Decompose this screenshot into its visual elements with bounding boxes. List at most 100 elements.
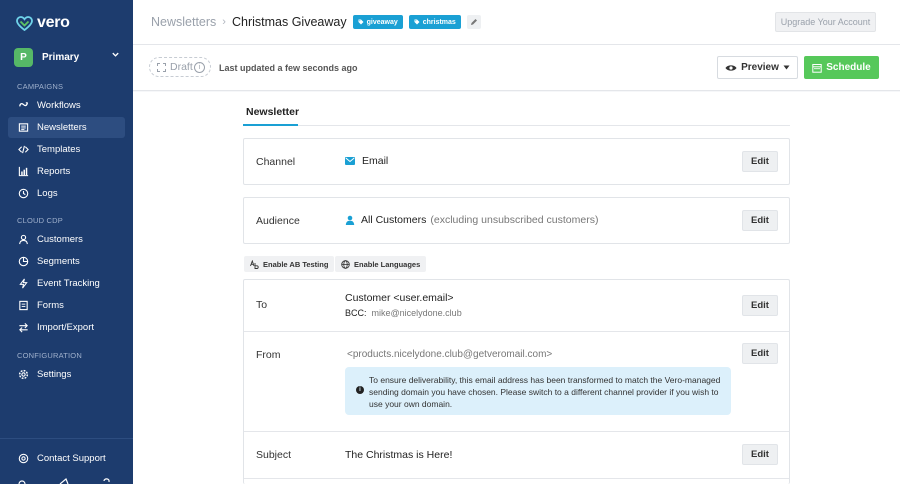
sidebar-item-forms[interactable]: Forms bbox=[8, 295, 125, 316]
sidebar-item-segments[interactable]: Segments bbox=[8, 251, 125, 272]
audience-label: Audience bbox=[256, 215, 300, 227]
bcc-row: BCC: mike@nicelydone.club bbox=[345, 308, 462, 318]
contact-support-link[interactable]: Contact Support bbox=[8, 447, 125, 469]
sidebar-item-reports[interactable]: Reports bbox=[8, 161, 125, 182]
tag-giveaway[interactable]: giveaway bbox=[352, 15, 403, 29]
tab-active-indicator bbox=[243, 124, 298, 126]
section-configuration: CONFIGURATION bbox=[17, 351, 82, 360]
eye-icon bbox=[725, 64, 737, 71]
sidebar-item-import-export[interactable]: Import/Export bbox=[8, 317, 125, 338]
sidebar-item-label: Logs bbox=[37, 188, 58, 199]
globe-icon bbox=[341, 259, 350, 269]
chart-icon bbox=[18, 166, 29, 177]
tab-divider bbox=[243, 125, 790, 126]
audience-note: (excluding unsubscribed customers) bbox=[430, 214, 599, 226]
sidebar-item-label: Templates bbox=[37, 144, 81, 155]
last-updated-text: Last updated a few seconds ago bbox=[219, 63, 358, 73]
sidebar-item-label: Workflows bbox=[37, 100, 81, 111]
info-icon: i bbox=[356, 386, 364, 394]
calendar-icon bbox=[812, 63, 822, 73]
subject-value: The Christmas is Here! bbox=[345, 449, 453, 461]
heart-logo-icon bbox=[16, 15, 33, 31]
page-title: Christmas Giveaway bbox=[231, 15, 347, 29]
status-badge[interactable]: Draft i bbox=[149, 57, 211, 77]
bolt-icon bbox=[19, 278, 28, 289]
to-value: Customer <user.email> bbox=[345, 292, 454, 304]
enable-languages-label: Enable Languages bbox=[354, 259, 421, 269]
bcc-value: mike@nicelydone.club bbox=[371, 308, 462, 318]
sidebar-footer-icons[interactable] bbox=[18, 476, 118, 484]
breadcrumb-parent-link[interactable]: Newsletters bbox=[151, 15, 216, 29]
pencil-icon bbox=[470, 19, 477, 25]
workspace-switcher[interactable]: P Primary bbox=[14, 47, 120, 67]
support-icon bbox=[18, 453, 29, 463]
preview-label: Preview bbox=[741, 62, 779, 73]
support-label: Contact Support bbox=[37, 452, 106, 464]
tab-newsletter[interactable]: Newsletter bbox=[246, 106, 299, 118]
enable-ab-testing-label: Enable AB Testing bbox=[263, 259, 329, 269]
code-icon bbox=[18, 145, 29, 154]
sidebar-item-label: Import/Export bbox=[37, 322, 95, 333]
sidebar-item-workflows[interactable]: Workflows bbox=[8, 95, 125, 116]
gear-icon bbox=[18, 369, 29, 380]
sidebar-item-event-tracking[interactable]: Event Tracking bbox=[8, 273, 125, 294]
row-divider bbox=[244, 331, 789, 332]
channel-card: Channel Email Edit bbox=[243, 138, 790, 185]
breadcrumb-separator: › bbox=[222, 16, 226, 28]
edit-channel-button[interactable]: Edit bbox=[742, 151, 778, 172]
vero-logo[interactable]: vero bbox=[16, 14, 70, 32]
sidebar-item-label: Settings bbox=[37, 369, 72, 380]
sidebar-item-settings[interactable]: Settings bbox=[8, 364, 125, 385]
caret-down-icon bbox=[783, 65, 790, 70]
notice-text: To ensure deliverability, this email add… bbox=[369, 375, 721, 409]
form-icon bbox=[19, 300, 28, 311]
enable-languages-button[interactable]: Enable Languages bbox=[335, 256, 427, 272]
tag-icon bbox=[358, 19, 364, 25]
deliverability-notice: i To ensure deliverability, this email a… bbox=[345, 367, 731, 415]
channel-value: Email bbox=[345, 155, 388, 167]
tag-label: christmas bbox=[422, 18, 456, 26]
from-label: From bbox=[256, 349, 281, 361]
channel-label: Channel bbox=[256, 156, 296, 168]
sidebar-item-label: Segments bbox=[37, 256, 80, 267]
channel-value-text: Email bbox=[362, 155, 389, 167]
tag-icon bbox=[414, 19, 420, 25]
from-value: <products.nicelydone.club@getveromail.co… bbox=[347, 349, 553, 360]
upgrade-account-button[interactable]: Upgrade Your Account bbox=[775, 12, 876, 32]
edit-from-button[interactable]: Edit bbox=[742, 343, 778, 364]
edit-audience-button[interactable]: Edit bbox=[742, 210, 778, 231]
section-cloud-cdp: CLOUD CDP bbox=[17, 216, 63, 225]
envelope-card: To Customer <user.email> BCC: mike@nicel… bbox=[243, 279, 790, 484]
edit-subject-button[interactable]: Edit bbox=[742, 444, 778, 465]
draft-icon bbox=[157, 62, 166, 72]
tag-christmas[interactable]: christmas bbox=[408, 15, 461, 29]
workspace-avatar: P bbox=[14, 47, 33, 67]
tag-label: giveaway bbox=[366, 18, 398, 26]
sidebar-item-logs[interactable]: Logs bbox=[8, 183, 125, 204]
edit-to-button[interactable]: Edit bbox=[742, 295, 778, 316]
sidebar-divider bbox=[0, 438, 133, 439]
logo-text: vero bbox=[37, 14, 70, 31]
campaign-toolbar: Draft i Last updated a few seconds ago P… bbox=[133, 45, 900, 91]
edit-tags-button[interactable] bbox=[466, 15, 481, 29]
ab-icon bbox=[250, 259, 259, 269]
sidebar-item-customers[interactable]: Customers bbox=[8, 229, 125, 250]
subject-label: Subject bbox=[256, 449, 292, 461]
row-divider bbox=[244, 478, 789, 479]
sidebar: vero P Primary CAMPAIGNS Workflows Newsl… bbox=[0, 0, 133, 484]
sidebar-item-label: Event Tracking bbox=[37, 278, 100, 289]
sidebar-item-templates[interactable]: Templates bbox=[8, 139, 125, 160]
chevron-down-icon bbox=[112, 52, 119, 57]
audience-card: Audience All Customers (excluding unsubs… bbox=[243, 197, 790, 244]
user-icon bbox=[19, 234, 28, 245]
schedule-button[interactable]: Schedule bbox=[804, 56, 879, 79]
preview-button[interactable]: Preview bbox=[717, 56, 798, 79]
sidebar-item-newsletters[interactable]: Newsletters bbox=[8, 117, 125, 138]
to-label: To bbox=[256, 299, 268, 311]
info-icon[interactable]: i bbox=[194, 62, 205, 73]
status-label: Draft bbox=[170, 61, 193, 73]
clock-icon bbox=[18, 188, 29, 199]
enable-ab-testing-button[interactable]: Enable AB Testing bbox=[244, 256, 335, 272]
main-content: Newsletter Channel Email Edit Audience A… bbox=[133, 92, 900, 484]
sidebar-item-label: Forms bbox=[37, 300, 64, 311]
